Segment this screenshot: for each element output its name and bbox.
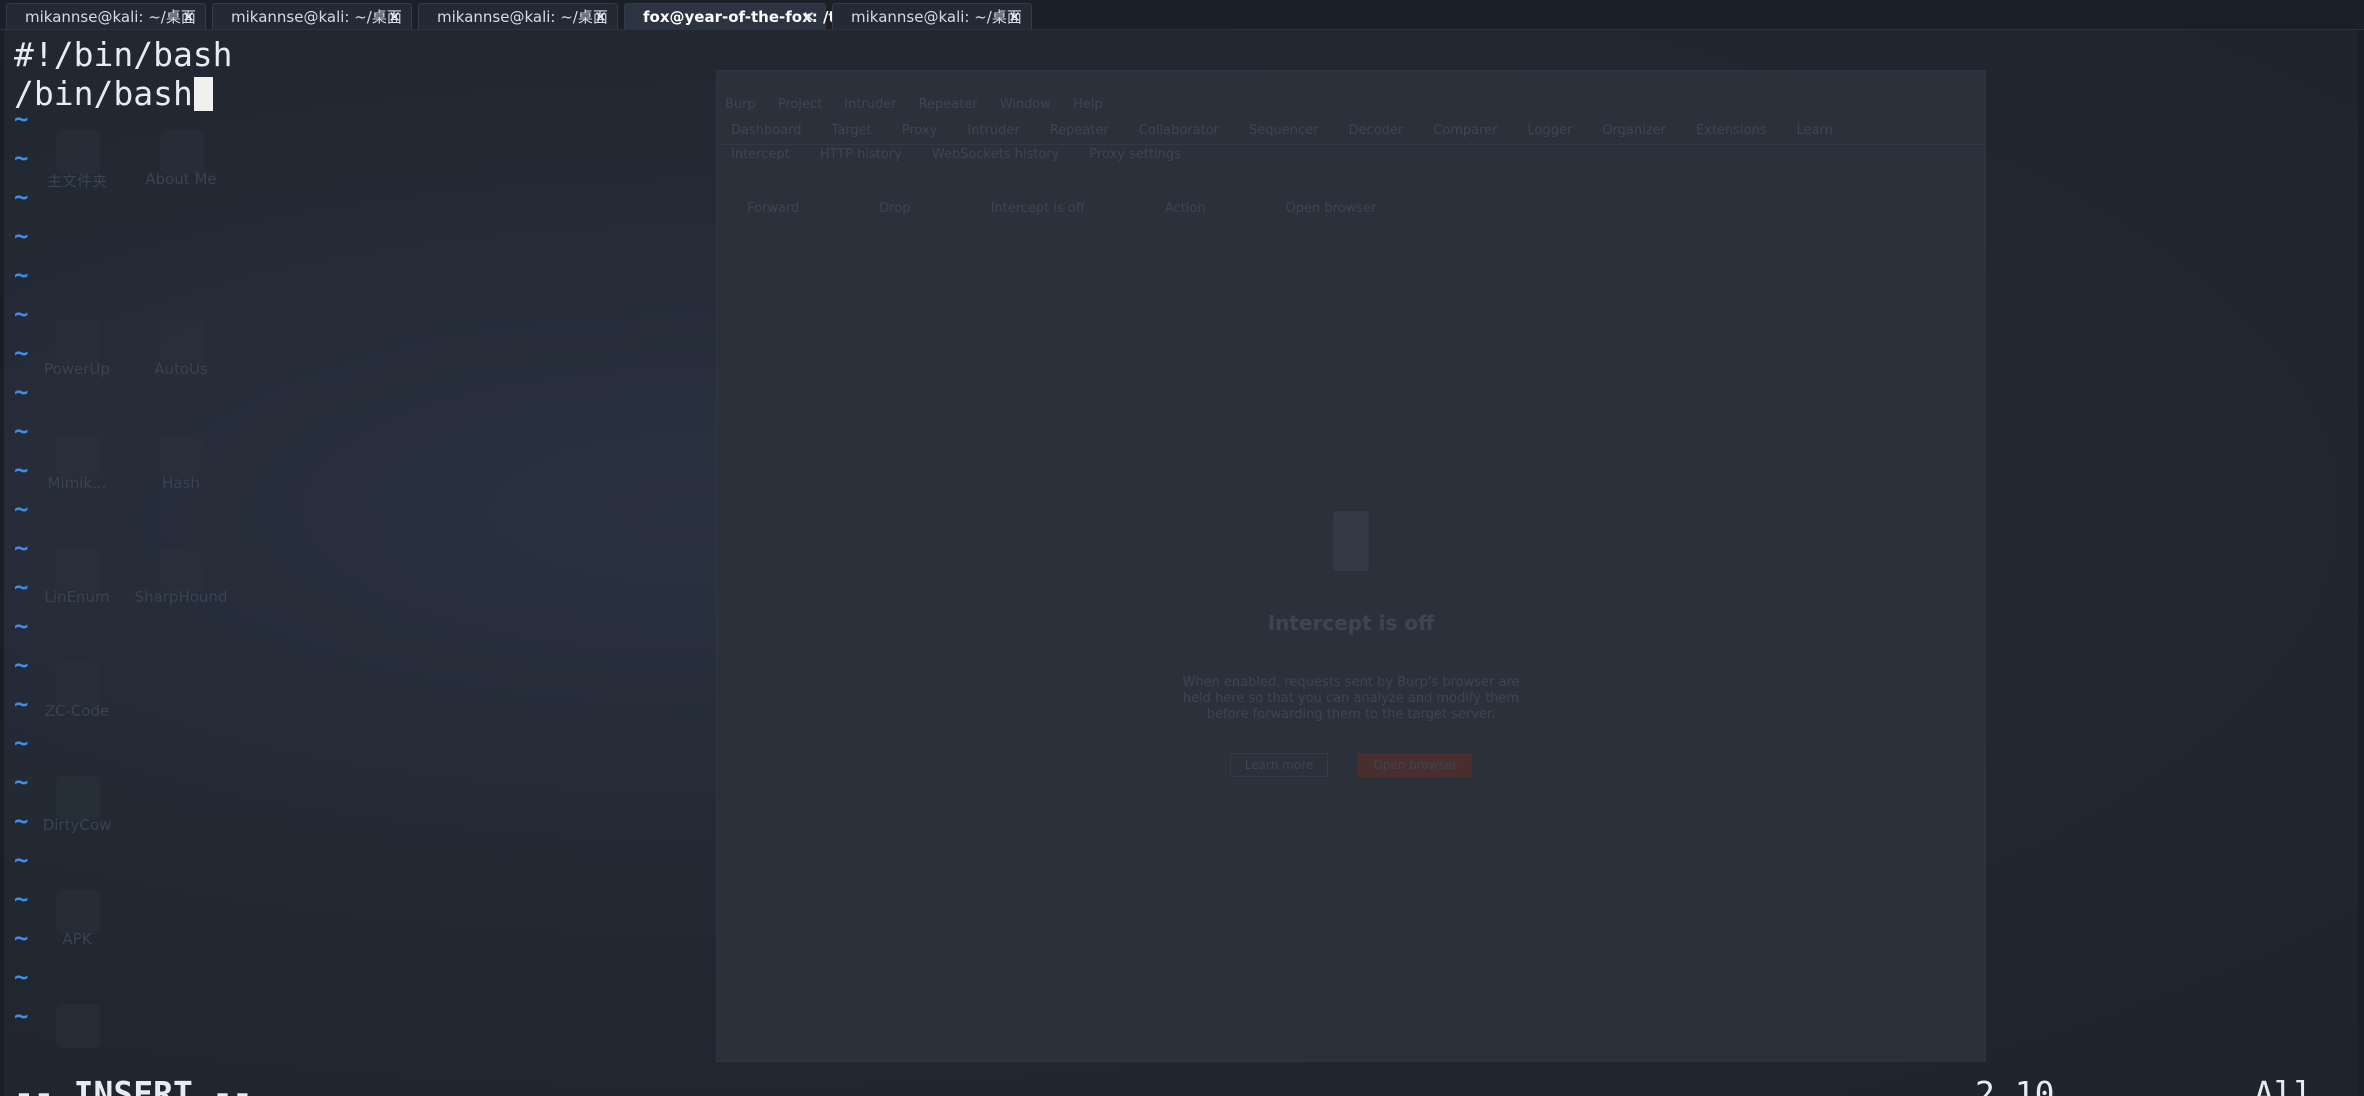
vim-mode-indicator: -- INSERT -- — [14, 1074, 253, 1096]
empty-line-tilde: ~ — [14, 144, 29, 172]
terminal-tab-bar: mikannse@kali: ~/桌面 ✕ mikannse@kali: ~/桌… — [0, 0, 2364, 30]
empty-line-tilde: ~ — [14, 456, 29, 484]
empty-line-tilde: ~ — [14, 1002, 29, 1030]
tab-title: mikannse@kali: ~/桌面 — [437, 8, 608, 26]
terminal-tab-active[interactable]: fox@year-of-the-fox: /tmp ✕ — [624, 3, 862, 29]
empty-line-tilde: ~ — [14, 885, 29, 913]
vim-editor[interactable]: #!/bin/bash /bin/bash ~ ~ ~ ~ ~ ~ ~ ~ ~ ~ ~ ~ ~ ~ ~ ~ ~ ~… — [0, 30, 2364, 1096]
empty-line-tilde: ~ — [14, 534, 29, 562]
terminal-window: 主文件夹 About Me PowerUp AutoUs Mimik... Ha… — [0, 0, 2364, 1096]
empty-line-tilde: ~ — [14, 183, 29, 211]
close-icon[interactable]: ✕ — [594, 8, 607, 26]
empty-line-tilde: ~ — [14, 690, 29, 718]
scroll-position: All — [2254, 1074, 2314, 1096]
close-icon[interactable]: ✕ — [802, 8, 815, 26]
empty-line-tilde: ~ — [14, 924, 29, 952]
editor-line-text: /bin/bash — [14, 74, 193, 113]
empty-line-tilde: ~ — [14, 222, 29, 250]
close-icon[interactable]: ✕ — [388, 8, 401, 26]
tab-title: fox@year-of-the-fox: /tmp — [643, 7, 862, 26]
empty-line-tilde: ~ — [14, 417, 29, 445]
empty-line-tilde: ~ — [14, 105, 29, 133]
vim-status-line: -- INSERT -- 2,10 All — [0, 1074, 2364, 1096]
empty-line-tilde: ~ — [14, 846, 29, 874]
empty-line-tilde: ~ — [14, 573, 29, 601]
empty-line-tilde: ~ — [14, 300, 29, 328]
empty-line-tilde: ~ — [14, 651, 29, 679]
tab-title: mikannse@kali: ~/桌面 — [231, 8, 402, 26]
editor-line-1[interactable]: #!/bin/bash — [14, 35, 233, 74]
terminal-tab[interactable]: mikannse@kali: ~/桌面 ✕ — [212, 3, 412, 29]
empty-line-tilde: ~ — [14, 729, 29, 757]
empty-line-tilde: ~ — [14, 339, 29, 367]
close-icon[interactable]: ✕ — [182, 8, 195, 26]
terminal-tab[interactable]: mikannse@kali: ~/桌面 ✕ — [418, 3, 618, 29]
empty-line-tilde: ~ — [14, 261, 29, 289]
text-cursor — [193, 77, 213, 111]
empty-line-tilde: ~ — [14, 963, 29, 991]
terminal-tab[interactable]: mikannse@kali: ~/桌面 ✕ — [832, 3, 1032, 29]
cursor-position: 2,10 — [1975, 1074, 2055, 1096]
empty-line-tilde: ~ — [14, 612, 29, 640]
editor-line-text: #!/bin/bash — [14, 35, 233, 74]
tab-title: mikannse@kali: ~/桌面 — [25, 8, 196, 26]
editor-line-2[interactable]: /bin/bash — [14, 74, 213, 113]
terminal-tab[interactable]: mikannse@kali: ~/桌面 ✕ — [6, 3, 206, 29]
empty-line-tilde: ~ — [14, 495, 29, 523]
tab-title: mikannse@kali: ~/桌面 — [851, 8, 1022, 26]
empty-line-tilde: ~ — [14, 768, 29, 796]
empty-line-tilde: ~ — [14, 807, 29, 835]
empty-line-tilde: ~ — [14, 378, 29, 406]
close-icon[interactable]: ✕ — [1008, 8, 1021, 26]
